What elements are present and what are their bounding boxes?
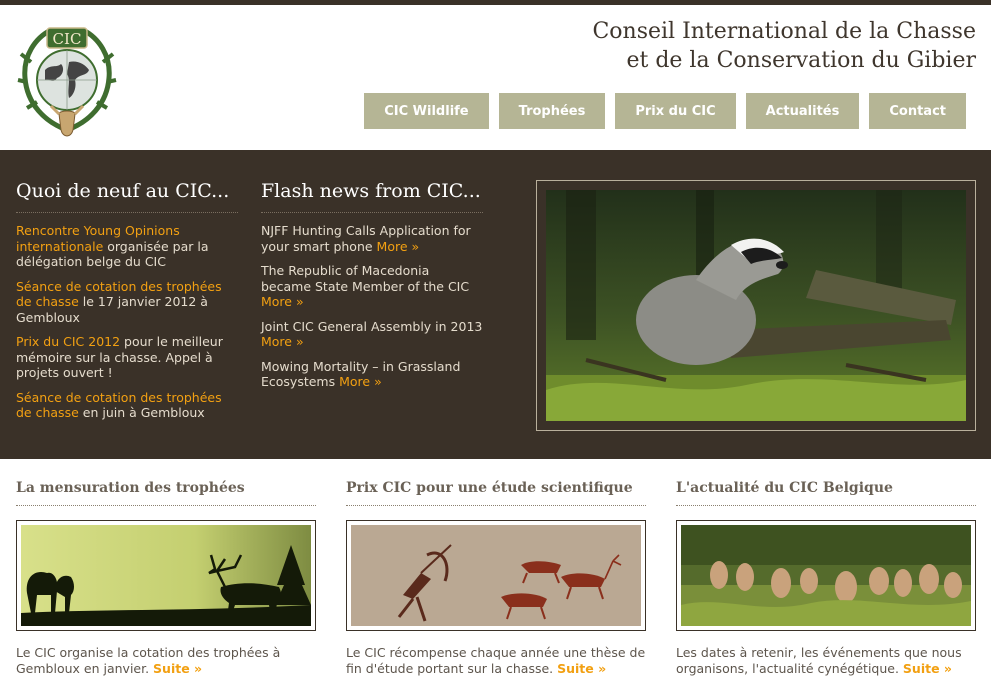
feature-band: Quoi de neuf au CIC... Rencontre Young O… <box>0 150 991 459</box>
cave-painting-image[interactable] <box>346 520 646 631</box>
nav-actualites[interactable]: Actualités <box>745 93 860 129</box>
news-text: en juin à Gembloux <box>78 405 205 420</box>
nav-cic-wildlife[interactable]: CIC Wildlife <box>364 93 489 129</box>
more-link[interactable]: More » <box>261 334 304 349</box>
news-item: Séance de cotation des trophées de chass… <box>16 390 238 421</box>
more-link[interactable]: More » <box>339 374 382 389</box>
flash-heading: Flash news from CIC... <box>261 180 483 213</box>
feature-actualite: L'actualité du CIC Belgique Les dates à … <box>676 480 976 676</box>
feature-title[interactable]: Prix CIC pour une étude scientifique <box>346 480 646 506</box>
site-title: Conseil International de la Chasse et de… <box>592 17 976 75</box>
flash-item: Mowing Mortality – in Grassland Ecosyste… <box>261 359 483 390</box>
logo-text: CIC <box>53 30 82 48</box>
site-title-line1: Conseil International de la Chasse <box>592 19 976 44</box>
site-header: CIC Conseil International de la Chasse e… <box>0 5 991 150</box>
flash-column: Flash news from CIC... NJFF Hunting Call… <box>261 180 483 399</box>
site-title-line2: et de la Conservation du Gibier <box>626 48 976 73</box>
flash-text: NJFF Hunting Calls Application for your … <box>261 223 471 254</box>
more-link[interactable]: More » <box>377 239 420 254</box>
news-item: Prix du CIC 2012 pour le meilleur mémoir… <box>16 334 238 381</box>
nav-trophees[interactable]: Trophées <box>498 93 606 129</box>
wild-boar-image[interactable] <box>676 520 976 631</box>
feature-title[interactable]: La mensuration des trophées <box>16 480 316 506</box>
feature-title[interactable]: L'actualité du CIC Belgique <box>676 480 976 506</box>
flash-item: NJFF Hunting Calls Application for your … <box>261 223 483 254</box>
feature-mensuration: La mensuration des trophées Le CIC organ… <box>16 480 316 676</box>
feature-desc-text: Le CIC organise la cotation des trophées… <box>16 645 281 676</box>
nav-prix-du-cic[interactable]: Prix du CIC <box>615 93 736 129</box>
main-nav: CIC Wildlife Trophées Prix du CIC Actual… <box>364 93 966 129</box>
feature-prix: Prix CIC pour une étude scientifique Le … <box>346 480 646 676</box>
feature-description: Les dates à retenir, les événements que … <box>676 645 976 676</box>
news-link[interactable]: Prix du CIC 2012 <box>16 334 120 349</box>
suite-link[interactable]: Suite » <box>153 661 202 676</box>
flash-item: Joint CIC General Assembly in 2013 More … <box>261 319 483 350</box>
news-heading: Quoi de neuf au CIC... <box>16 180 238 213</box>
flash-text: Joint CIC General Assembly in 2013 <box>261 318 483 334</box>
feature-description: Le CIC récompense chaque année une thèse… <box>346 645 646 676</box>
news-column: Quoi de neuf au CIC... Rencontre Young O… <box>16 180 238 430</box>
cic-logo[interactable]: CIC <box>17 18 117 144</box>
suite-link[interactable]: Suite » <box>557 661 606 676</box>
flash-text: The Republic of Macedonia became State M… <box>261 263 470 294</box>
more-link[interactable]: More » <box>261 294 304 309</box>
news-item: Séance de cotation des trophées de chass… <box>16 279 238 326</box>
nav-contact[interactable]: Contact <box>869 93 966 129</box>
badger-photo[interactable] <box>536 180 976 431</box>
deer-silhouette-image[interactable] <box>16 520 316 631</box>
news-item: Rencontre Young Opinions internationale … <box>16 223 238 270</box>
feature-description: Le CIC organise la cotation des trophées… <box>16 645 316 676</box>
flash-item: The Republic of Macedonia became State M… <box>261 263 483 310</box>
suite-link[interactable]: Suite » <box>903 661 952 676</box>
